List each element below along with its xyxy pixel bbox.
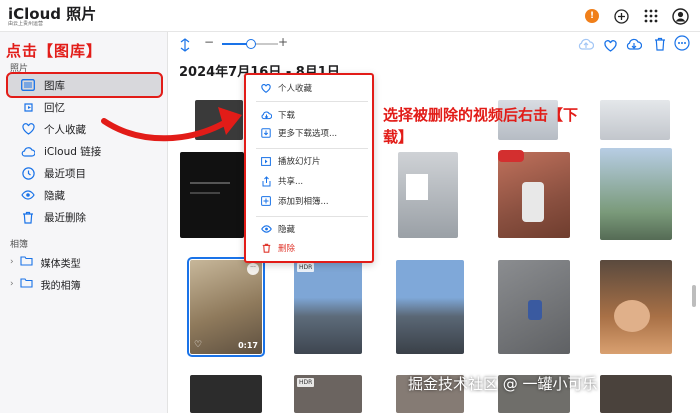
menu-item-label: 更多下载选项... [278,129,338,139]
folder-icon [20,277,33,291]
notification-badge: ! [589,11,595,21]
menu-item-hide[interactable]: 隐藏 [260,222,295,236]
hdr-badge: HDR [297,378,315,387]
menu-item-label: 播放幻灯片 [278,157,321,167]
trash-icon [20,211,36,224]
video-thumbnail[interactable] [180,152,244,238]
aspect-toggle-icon[interactable] [178,37,192,56]
album-label: 媒体类型 [40,258,81,270]
zoom-slider-thumb[interactable] [246,39,256,49]
account-avatar-icon[interactable] [671,7,689,25]
scrollbar-thumb[interactable] [692,285,696,307]
app-subtitle: 由云上贵州运营 [8,21,44,27]
menu-divider [256,148,368,149]
notification-icon[interactable]: ! [583,7,601,25]
photo-thumbnail[interactable] [498,152,570,238]
toolbar: − + [168,32,700,56]
sidebar-item-label: iCloud 链接 [44,145,102,158]
add-icon[interactable] [612,7,630,25]
watermark: 掘金技术社区 @ 一罐小可乐 [408,375,598,393]
zoom-out-button[interactable]: − [204,35,214,49]
menu-item-label: 删除 [278,244,296,254]
chevron-right-icon[interactable]: › [10,257,14,267]
video-duration: 0:17 [238,341,258,350]
photo-thumbnail[interactable] [498,260,570,354]
trash-icon[interactable] [654,36,666,55]
memories-icon [20,101,36,114]
favorite-icon[interactable] [604,37,617,56]
sidebar-item-hidden[interactable]: 隐藏 [8,184,161,206]
section-label-albums: 相簿 [10,240,29,250]
slideshow-icon [260,156,272,166]
section-label-photos: 照片 [10,64,29,74]
library-icon [20,79,36,91]
photo-thumbnail[interactable]: HDR [294,375,362,413]
photo-thumbnail[interactable] [190,375,262,413]
menu-item-favorite[interactable]: 个人收藏 [260,81,312,95]
sidebar-item-library[interactable]: 图库 [6,72,163,98]
sidebar-item-recents[interactable]: 最近项目 [8,162,161,184]
eye-icon [260,225,272,233]
video-thumbnail-selected[interactable]: ··· ♡ 0:17 [187,257,265,357]
photo-thumbnail[interactable] [600,375,672,413]
photo-thumbnail[interactable] [600,148,672,240]
annotation-note: 选择被删除的视频后右击【下载】 [383,106,579,146]
menu-divider [256,216,368,217]
apps-grid-icon[interactable] [642,7,660,25]
sidebar-item-label: 回忆 [44,101,65,114]
photo-thumbnail[interactable] [600,100,670,140]
menu-item-label: 共享... [278,177,304,187]
sidebar-item-label: 图库 [44,79,65,92]
sidebar-item-label: 最近删除 [44,211,86,224]
trash-icon [260,243,272,253]
menu-item-label: 隐藏 [278,225,296,235]
heart-icon [260,83,272,93]
cloud-link-icon [20,146,36,157]
clock-icon [20,166,36,180]
sidebar-album-my-albums[interactable]: › 我的相簿 [8,275,161,293]
menu-item-label: 添加到相簿... [278,197,329,207]
upload-icon[interactable] [578,36,595,55]
hdr-badge: HDR [297,263,315,272]
zoom-slider[interactable] [222,39,278,49]
folder-icon [20,255,33,269]
sidebar-item-label: 个人收藏 [44,123,86,136]
annotation-arrow [101,107,242,142]
annotation-click-library: 点击【图库】 [6,42,103,60]
sidebar-item-label: 最近项目 [44,167,86,180]
photo-thumbnail[interactable] [600,260,672,354]
context-menu: 个人收藏 下载 更多下载选项... 播放幻灯片 共享... 添加到相簿... 隐… [244,73,374,263]
menu-item-more-download-options[interactable]: 更多下载选项... [260,126,337,140]
more-options-icon[interactable] [674,35,690,55]
download-icon[interactable] [626,36,643,55]
eye-icon [20,190,36,200]
photo-thumbnail[interactable] [396,260,464,354]
photo-thumbnail[interactable]: HDR [294,260,362,354]
share-icon [260,175,272,187]
photo-thumbnail[interactable] [398,152,458,238]
menu-item-label: 个人收藏 [278,84,313,94]
menu-item-label: 下载 [278,111,296,121]
sidebar-item-recently-deleted[interactable]: 最近删除 [8,206,161,228]
top-bar: iCloud 照片 由云上贵州运营 ! [0,0,700,32]
download-icon [260,111,272,120]
menu-item-share[interactable]: 共享... [260,174,303,188]
chevron-right-icon[interactable]: › [10,279,14,289]
menu-item-slideshow[interactable]: 播放幻灯片 [260,154,321,168]
download-options-icon [260,128,272,138]
menu-item-delete[interactable]: 删除 [260,241,295,255]
sidebar-item-label: 隐藏 [44,189,65,202]
menu-divider [256,101,368,102]
menu-item-add-to-album[interactable]: 添加到相簿... [260,194,329,208]
favorite-heart-icon[interactable]: ♡ [194,340,202,350]
sidebar-album-media-types[interactable]: › 媒体类型 [8,253,161,271]
thumbnail-more-button[interactable]: ··· [247,263,259,275]
album-label: 我的相簿 [40,280,81,292]
red-object [498,150,524,162]
heart-icon [20,123,36,135]
menu-item-download[interactable]: 下载 [260,108,295,122]
add-album-icon [260,196,272,206]
zoom-in-button[interactable]: + [278,35,288,49]
